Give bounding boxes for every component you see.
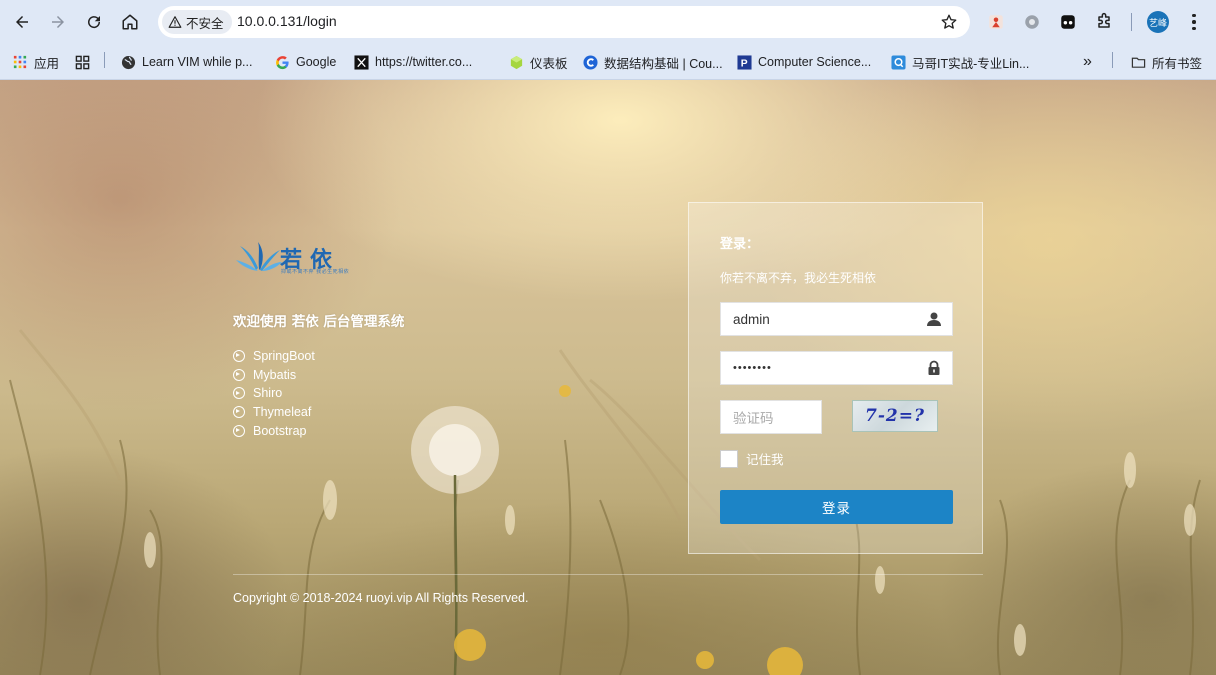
q-icon	[890, 54, 906, 70]
warning-icon	[168, 16, 182, 28]
user-icon	[927, 312, 941, 326]
all-bookmarks-button[interactable]: 所有书签	[1130, 51, 1202, 73]
tech-label: SpringBoot	[253, 349, 315, 364]
login-form: 登录： 你若不离不弃，我必生死相依 admin •••••••• 验证码 7-2…	[688, 202, 983, 554]
x-icon	[353, 54, 369, 70]
back-button[interactable]	[8, 8, 36, 36]
arrow-circle-icon	[233, 350, 245, 363]
bookmarks-bar: 应用 Learn VIM while p... Google https://t…	[0, 44, 1216, 80]
tech-label: Mybatis	[253, 367, 297, 382]
extension-button[interactable]	[1020, 10, 1044, 34]
bookmarks-separator	[1112, 52, 1113, 68]
login-subtitle: 你若不离不弃，我必生死相依	[720, 271, 877, 285]
login-page: 若依 抑或不离不弃 我必生死相依 欢迎使用 若依 后台管理系统 SpringBo…	[0, 80, 1216, 675]
forward-arrow-icon	[52, 16, 64, 28]
footer-divider	[233, 574, 983, 575]
lock-icon	[928, 360, 940, 375]
bookmark-item[interactable]: https://twitter.co...	[353, 51, 472, 73]
all-bookmarks-label: 所有书签	[1152, 56, 1203, 71]
bookmark-grid[interactable]	[74, 51, 90, 73]
grid-icon	[74, 54, 90, 70]
bookmark-label: https://twitter.co...	[375, 55, 473, 69]
p-icon: P	[736, 54, 752, 70]
cube-icon	[508, 54, 524, 70]
captcha-input[interactable]: 验证码	[720, 400, 822, 434]
bookmark-label: 应用	[34, 56, 60, 71]
bookmark-item[interactable]: 马哥IT实战-专业Lin...	[890, 51, 1029, 73]
toolbar-separator	[1131, 13, 1132, 31]
list-item: Shiro	[233, 384, 315, 403]
bookmark-label: 仪表板	[530, 56, 568, 71]
extension-button[interactable]	[1056, 10, 1080, 34]
tech-label: Bootstrap	[253, 423, 307, 438]
bookmark-label: Computer Science...	[758, 55, 872, 69]
bookmark-label: Google	[296, 55, 337, 69]
svg-text:P: P	[740, 58, 747, 69]
list-item: Mybatis	[233, 366, 315, 385]
folder-icon	[1130, 54, 1146, 70]
reload-icon	[88, 16, 101, 29]
home-button[interactable]	[116, 8, 144, 36]
bookmark-item[interactable]: Learn VIM while p...	[120, 51, 252, 73]
copyright-text: Copyright © 2018-2024 ruoyi.vip All Righ…	[233, 591, 529, 605]
brand-slogan: 抑或不离不弃 我必生死相依	[281, 269, 350, 275]
password-value: ••••••••	[733, 362, 772, 374]
dandelion-image	[411, 406, 499, 675]
forward-button[interactable]	[44, 8, 72, 36]
extension-mask-icon	[1061, 15, 1075, 29]
browser-menu-button[interactable]	[1184, 10, 1204, 34]
arrow-circle-icon	[233, 424, 245, 437]
arrow-circle-icon	[233, 368, 245, 381]
bookmarks-separator	[104, 52, 105, 68]
arrow-circle-icon	[233, 406, 245, 419]
username-value: admin	[733, 311, 770, 327]
bookmark-label: 数据结构基础 | Cou...	[604, 56, 723, 71]
extensions-menu-button[interactable]	[1092, 10, 1116, 34]
security-label: 不安全	[186, 15, 224, 31]
bookmark-item[interactable]: Google	[274, 51, 336, 73]
captcha-image[interactable]: 7-2=?	[852, 400, 938, 432]
browser-toolbar: 不安全 10.0.0.131/login 艺峰	[0, 0, 1216, 44]
apps-icon	[12, 54, 28, 70]
star-icon	[941, 14, 957, 29]
c-icon	[582, 54, 598, 70]
bookmark-item[interactable]: P Computer Science...	[736, 51, 871, 73]
bookmark-star-button[interactable]	[938, 11, 960, 33]
puzzle-icon	[1098, 12, 1110, 28]
bookmark-item[interactable]: 仪表板	[508, 51, 568, 73]
welcome-heading: 欢迎使用 若依 后台管理系统	[233, 314, 405, 330]
tech-stack-list: SpringBoot Mybatis Shiro Thymeleaf Boots…	[233, 347, 315, 440]
checkbox-box[interactable]	[720, 449, 738, 468]
list-item: Bootstrap	[233, 421, 315, 440]
bookmark-label: 马哥IT实战-专业Lin...	[912, 56, 1030, 71]
background-meadow-image	[9, 329, 1201, 675]
profile-avatar[interactable]: 艺峰	[1147, 11, 1169, 33]
bookmark-item[interactable]: 数据结构基础 | Cou...	[582, 51, 723, 73]
tech-label: Thymeleaf	[253, 405, 312, 420]
google-icon	[274, 54, 290, 70]
home-icon	[122, 14, 138, 30]
address-bar[interactable]: 不安全 10.0.0.131/login	[158, 6, 970, 38]
login-title: 登录：	[720, 237, 760, 252]
extension-figure-icon	[989, 15, 1003, 29]
security-indicator[interactable]: 不安全	[162, 10, 232, 34]
list-item: SpringBoot	[233, 347, 315, 366]
back-arrow-icon	[16, 16, 28, 28]
bookmark-label: Learn VIM while p...	[142, 55, 253, 69]
extension-flower-icon	[1025, 15, 1039, 29]
bookmark-apps[interactable]: 应用	[12, 51, 59, 73]
extension-button[interactable]	[984, 10, 1008, 34]
list-item: Thymeleaf	[233, 403, 315, 422]
remember-me-label: 记住我	[746, 452, 784, 467]
password-field[interactable]: ••••••••	[720, 351, 953, 385]
url-text[interactable]: 10.0.0.131/login	[237, 13, 337, 29]
tech-label: Shiro	[253, 386, 283, 401]
login-button[interactable]: 登录	[720, 490, 953, 524]
username-field[interactable]: admin	[720, 302, 953, 336]
globe-icon	[120, 54, 136, 70]
bookmarks-overflow-button[interactable]: »	[1083, 51, 1092, 73]
reload-button[interactable]	[80, 8, 108, 36]
arrow-circle-icon	[233, 387, 245, 400]
remember-me-checkbox[interactable]: 记住我	[720, 449, 784, 468]
